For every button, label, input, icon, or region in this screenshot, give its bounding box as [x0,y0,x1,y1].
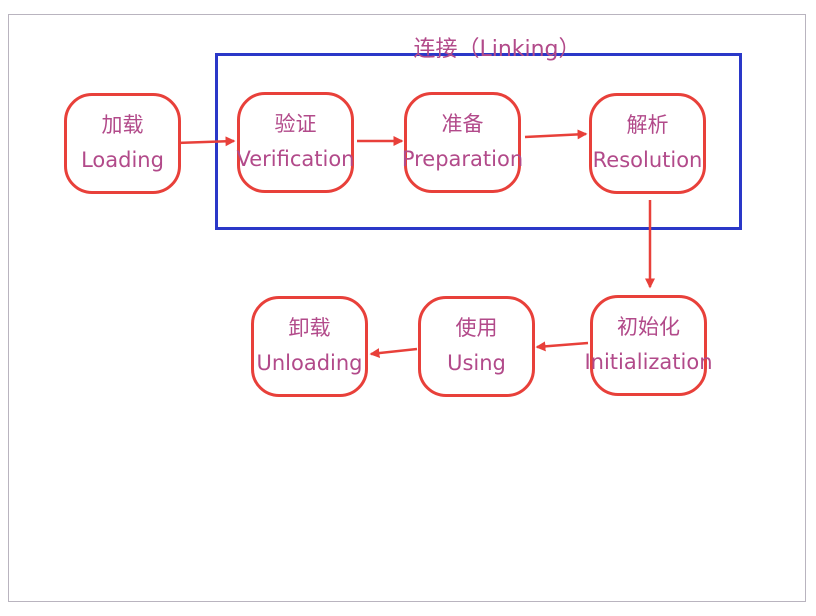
node-using: 使用 Using [418,296,535,397]
node-loading-en: Loading [81,148,164,172]
node-initialization-zh: 初始化 [617,315,680,339]
node-using-zh: 使用 [455,316,498,340]
node-resolution-zh: 解析 [626,113,669,137]
node-loading-zh: 加载 [101,113,144,137]
node-verification-en: Verification [236,147,355,171]
node-preparation-en: Preparation [401,147,524,171]
node-initialization-en: Initialization [584,350,713,374]
node-verification: 验证 Verification [236,92,355,193]
arrow-initialization-to-using [535,341,589,352]
node-preparation-zh: 准备 [441,112,484,136]
arrow-using-to-unloading [369,347,418,359]
node-resolution: 解析 Resolution [589,93,706,194]
node-preparation: 准备 Preparation [401,92,524,193]
node-using-en: Using [447,351,506,375]
node-verification-zh: 验证 [274,112,317,136]
node-resolution-en: Resolution [592,148,703,172]
node-unloading: 卸载 Unloading [251,296,368,397]
node-initialization: 初始化 Initialization [584,295,713,396]
node-unloading-en: Unloading [256,351,363,375]
arrow-preparation-to-resolution [524,129,588,140]
arrow-loading-to-verification [175,136,236,147]
node-loading: 加载 Loading [64,93,181,194]
node-unloading-zh: 卸载 [288,316,331,340]
